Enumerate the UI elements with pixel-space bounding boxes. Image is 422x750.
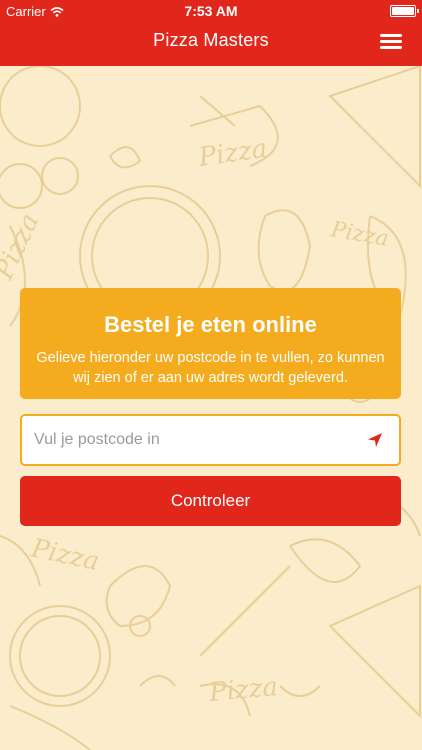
app-header: Carrier 7:53 AM Pizza Masters	[0, 0, 422, 66]
hamburger-menu-icon[interactable]	[380, 34, 404, 52]
page-title: Pizza Masters	[153, 30, 269, 50]
check-button[interactable]: Controleer	[20, 476, 401, 526]
svg-text:Pizza: Pizza	[28, 533, 102, 577]
status-time: 7:53 AM	[184, 3, 238, 19]
battery-icon	[390, 5, 419, 17]
card-title: Bestel je eten online	[104, 312, 317, 337]
card-description: Gelieve hieronder uw postcode in te vull…	[36, 350, 385, 386]
order-info-card: Bestel je eten online Gelieve hieronder …	[20, 288, 401, 399]
status-bar: Carrier 7:53 AM	[0, 0, 422, 22]
svg-text:Pizza: Pizza	[0, 209, 45, 285]
location-arrow-icon[interactable]	[365, 430, 385, 450]
svg-text:Pizza: Pizza	[207, 672, 279, 708]
svg-text:Pizza: Pizza	[196, 134, 269, 173]
postcode-field-wrapper	[20, 414, 401, 466]
pizza-doodle-background: Pizza Pizza Pizza Pizza Pizza	[0, 66, 421, 750]
postcode-input[interactable]	[22, 416, 364, 464]
